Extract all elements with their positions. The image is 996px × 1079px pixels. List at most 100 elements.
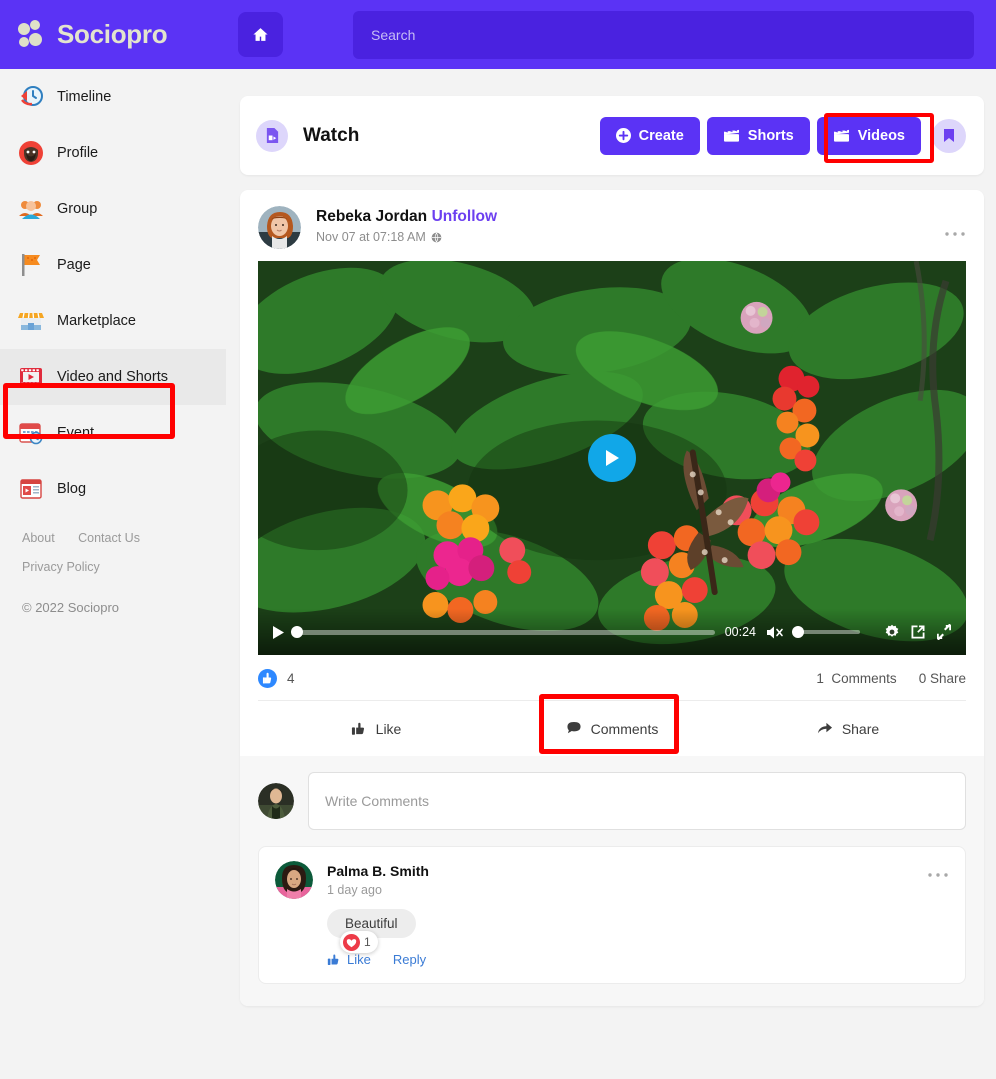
footer-link-contact-us[interactable]: Contact Us xyxy=(78,531,140,545)
sidebar-item-profile[interactable]: Profile xyxy=(0,125,226,181)
settings-button[interactable] xyxy=(884,624,900,640)
create-button-label: Create xyxy=(639,128,684,144)
watch-header-actions: Create Shorts Videos xyxy=(600,117,966,155)
sidebar-item-label: Blog xyxy=(57,481,86,497)
home-button[interactable] xyxy=(238,12,283,57)
fullscreen-icon xyxy=(936,624,952,640)
post-timestamp-row: Nov 07 at 07:18 AM xyxy=(316,230,497,244)
share-button-label: Share xyxy=(842,721,879,737)
like-button-label: Like xyxy=(376,721,402,737)
footer-link-about[interactable]: About xyxy=(22,531,55,545)
brand-logo-area[interactable]: Sociopro xyxy=(0,0,236,69)
sidebar-item-timeline[interactable]: Timeline xyxy=(0,69,226,125)
profile-icon xyxy=(18,140,44,166)
volume-handle[interactable] xyxy=(792,626,804,638)
volume-mute-icon xyxy=(766,625,785,640)
sidebar-item-group[interactable]: Group xyxy=(0,181,226,237)
sidebar-item-label: Page xyxy=(57,257,91,273)
top-navigation-bar: Sociopro xyxy=(0,0,996,69)
comment-reply-button[interactable]: Reply xyxy=(393,952,426,967)
post-timestamp: Nov 07 at 07:18 AM xyxy=(316,230,426,244)
post-counts: 1 Comments 0 Share xyxy=(816,671,966,686)
post-header: Rebeka Jordan Unfollow Nov 07 at 07:18 A… xyxy=(240,190,984,261)
thumbs-up-icon xyxy=(258,669,277,688)
post-stats-row: 4 1 Comments 0 Share xyxy=(240,655,984,700)
video-player[interactable]: 00:24 xyxy=(258,261,966,655)
clapperboard-icon xyxy=(723,128,740,143)
create-button[interactable]: Create xyxy=(600,117,700,155)
post-author-name: Rebeka Jordan xyxy=(316,208,427,225)
sidebar-item-label: Event xyxy=(57,425,94,441)
post-more-options-button[interactable] xyxy=(944,206,966,241)
share-count: 0 xyxy=(919,671,927,686)
comment-list: Palma B. Smith 1 day ago Beautiful xyxy=(240,846,984,1006)
seek-handle[interactable] xyxy=(291,626,303,638)
comment-like-label: Like xyxy=(347,952,371,967)
share-arrow-icon xyxy=(817,721,833,736)
videos-button[interactable]: Videos xyxy=(817,117,921,155)
mute-button[interactable] xyxy=(766,625,785,640)
avatar[interactable] xyxy=(275,861,313,899)
avatar[interactable] xyxy=(258,206,301,249)
video-post-card: Rebeka Jordan Unfollow Nov 07 at 07:18 A… xyxy=(240,190,984,1006)
sidebar-item-video-and-shorts[interactable]: Video and Shorts xyxy=(0,349,226,405)
bookmark-icon xyxy=(943,128,955,143)
share-button[interactable]: Share xyxy=(730,721,966,737)
thumbs-up-icon xyxy=(351,721,367,737)
footer-link-privacy-policy[interactable]: Privacy Policy xyxy=(22,560,100,574)
play-icon xyxy=(272,625,285,640)
popout-button[interactable] xyxy=(910,624,926,640)
sidebar-item-marketplace[interactable]: Marketplace xyxy=(0,293,226,349)
clapperboard-icon xyxy=(833,128,850,143)
sidebar-item-blog[interactable]: Blog xyxy=(0,461,226,517)
volume-bar[interactable] xyxy=(795,630,860,634)
comment-meta: Palma B. Smith 1 day ago xyxy=(327,861,429,897)
sociopro-logo-icon xyxy=(18,20,48,50)
sidebar-item-label: Profile xyxy=(57,145,98,161)
comment-more-options-button[interactable] xyxy=(927,861,949,884)
comment-author: Palma B. Smith xyxy=(327,863,429,879)
play-button[interactable] xyxy=(272,625,285,640)
comment-input[interactable] xyxy=(308,772,966,830)
unfollow-link[interactable]: Unfollow xyxy=(432,208,497,225)
comments-count-link[interactable]: 1 Comments xyxy=(816,671,896,686)
fullscreen-button[interactable] xyxy=(936,624,952,640)
seek-bar[interactable] xyxy=(295,630,715,635)
heart-icon xyxy=(343,934,360,951)
brand-name: Sociopro xyxy=(57,19,167,50)
blog-icon xyxy=(18,476,44,502)
search-input[interactable] xyxy=(353,11,974,59)
sidebar-item-event[interactable]: Event xyxy=(0,405,226,461)
comments-count-label: Comments xyxy=(831,671,896,686)
comment-reaction-count: 1 xyxy=(364,935,371,949)
comment-reaction-badge[interactable]: 1 xyxy=(340,931,378,953)
play-icon xyxy=(603,448,621,468)
video-controls-bar: 00:24 xyxy=(258,609,966,655)
comments-count: 1 xyxy=(816,671,824,686)
comment-time: 1 day ago xyxy=(327,883,429,897)
watch-header-card: Watch Create Shorts xyxy=(240,96,984,175)
marketplace-icon xyxy=(18,308,44,334)
comment-reply-label: Reply xyxy=(393,952,426,967)
gear-icon xyxy=(884,624,900,640)
sidebar-item-label: Marketplace xyxy=(57,313,136,329)
comment-like-button[interactable]: Like xyxy=(327,952,371,967)
sidebar-item-page[interactable]: Page xyxy=(0,237,226,293)
bookmark-button[interactable] xyxy=(932,119,966,153)
timeline-icon xyxy=(18,84,44,110)
share-count-link[interactable]: 0 Share xyxy=(919,671,966,686)
comment-composer xyxy=(240,756,984,846)
play-overlay-button[interactable] xyxy=(588,434,636,482)
avatar[interactable] xyxy=(258,783,294,819)
shorts-button[interactable]: Shorts xyxy=(707,117,810,155)
comments-button[interactable]: Comments xyxy=(494,721,730,737)
videos-button-label: Videos xyxy=(858,128,905,144)
comments-button-label: Comments xyxy=(591,721,659,737)
reaction-summary[interactable]: 4 xyxy=(258,669,295,688)
watch-page-icon xyxy=(256,120,288,152)
post-author-block: Rebeka Jordan Unfollow Nov 07 at 07:18 A… xyxy=(316,206,497,244)
globe-icon xyxy=(431,232,442,243)
sidebar-item-label: Video and Shorts xyxy=(57,369,168,385)
video-shorts-icon xyxy=(18,364,44,390)
like-button[interactable]: Like xyxy=(258,721,494,737)
